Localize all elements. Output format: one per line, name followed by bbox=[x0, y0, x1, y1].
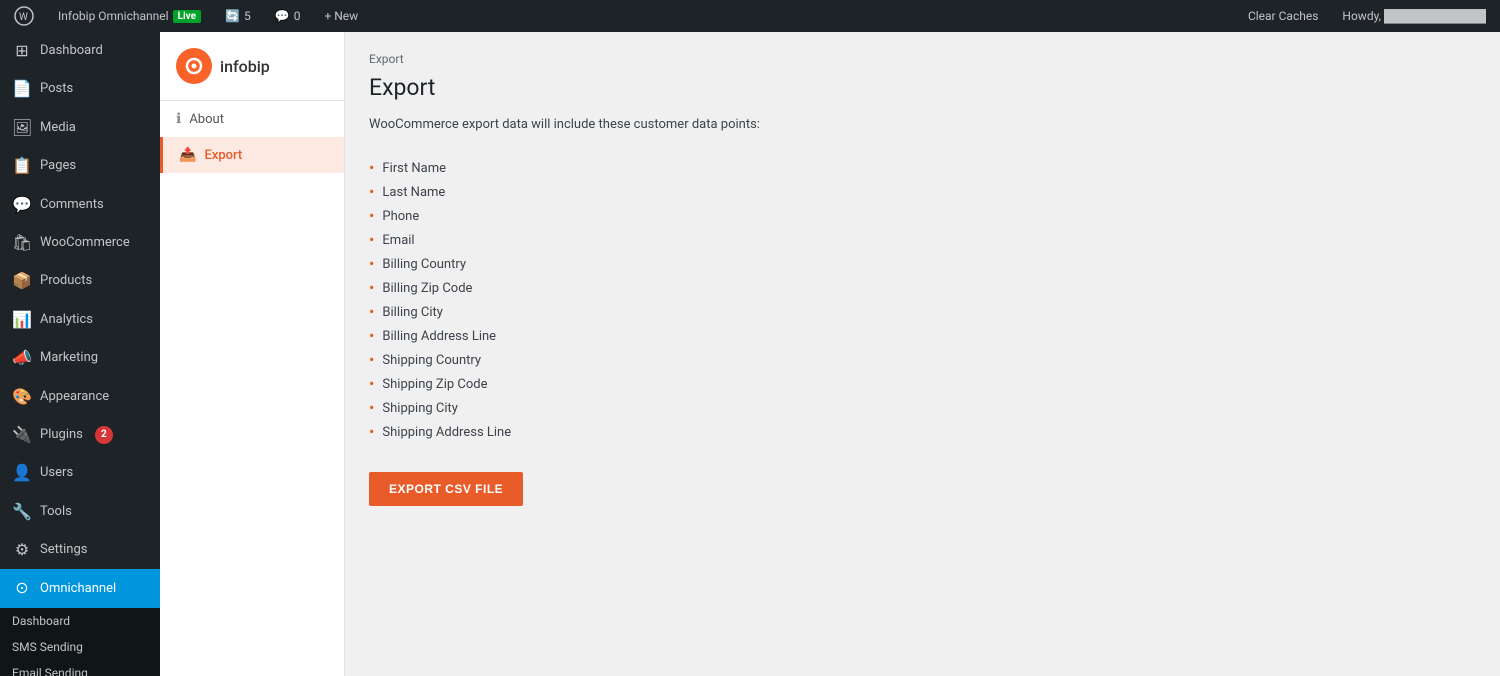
bullet-icon: • bbox=[369, 160, 374, 176]
bullet-icon: • bbox=[369, 232, 374, 248]
sidebar-item-comments[interactable]: 💬 Comments bbox=[0, 186, 160, 224]
bullet-icon: • bbox=[369, 328, 374, 344]
plugin-nav-export[interactable]: 📤 Export bbox=[160, 137, 344, 173]
page-title: Export bbox=[369, 74, 1476, 101]
analytics-icon: 📊 bbox=[12, 309, 32, 331]
media-icon: 🖼 bbox=[12, 117, 32, 139]
plugin-nav-about[interactable]: ℹ About bbox=[160, 101, 344, 137]
pages-icon: 📋 bbox=[12, 155, 32, 177]
omnichannel-sub-dashboard[interactable]: Dashboard bbox=[0, 608, 160, 634]
sidebar-item-dashboard[interactable]: ⊞ Dashboard bbox=[0, 32, 160, 70]
plugins-badge: 2 bbox=[95, 426, 113, 444]
list-item: •Last Name bbox=[369, 180, 1476, 204]
bullet-icon: • bbox=[369, 352, 374, 368]
tools-icon: 🔧 bbox=[12, 501, 32, 523]
sidebar-item-tools[interactable]: 🔧 Tools bbox=[0, 493, 160, 531]
data-points-list: •First Name•Last Name•Phone•Email•Billin… bbox=[369, 156, 1476, 444]
omnichannel-sub-email[interactable]: Email Sending bbox=[0, 660, 160, 676]
list-item: •Billing Zip Code bbox=[369, 276, 1476, 300]
sidebar-item-pages[interactable]: 📋 Pages bbox=[0, 147, 160, 185]
bullet-icon: • bbox=[369, 208, 374, 224]
sidebar-item-posts[interactable]: 📄 Posts bbox=[0, 70, 160, 108]
sidebar-item-omnichannel[interactable]: ⊙ Omnichannel bbox=[0, 569, 160, 607]
list-item: •First Name bbox=[369, 156, 1476, 180]
about-icon: ℹ bbox=[176, 111, 181, 127]
wp-logo-item[interactable]: W bbox=[8, 0, 40, 32]
plugins-icon: 🔌 bbox=[12, 424, 32, 446]
export-csv-button[interactable]: EXPORT CSV FILE bbox=[369, 472, 523, 506]
comments-icon: 💬 bbox=[12, 194, 32, 216]
sidebar-item-settings[interactable]: ⚙ Settings bbox=[0, 531, 160, 569]
sidebar-item-products[interactable]: 📦 Products bbox=[0, 262, 160, 300]
omnichannel-submenu: Dashboard SMS Sending Email Sending Data… bbox=[0, 608, 160, 676]
list-item: •Shipping Country bbox=[369, 348, 1476, 372]
sidebar-item-media[interactable]: 🖼 Media bbox=[0, 109, 160, 147]
plugin-logo: infobip bbox=[160, 32, 344, 101]
main-content: Export Export WooCommerce export data wi… bbox=[345, 32, 1500, 676]
posts-icon: 📄 bbox=[12, 78, 32, 100]
bullet-icon: • bbox=[369, 280, 374, 296]
bullet-icon: • bbox=[369, 184, 374, 200]
admin-bar: W Infobip Omnichannel Live 🔄 5 💬 0 + New… bbox=[0, 0, 1500, 32]
site-name-item[interactable]: Infobip Omnichannel Live bbox=[52, 0, 207, 32]
breadcrumb: Export bbox=[369, 52, 1476, 66]
plugin-logo-text: infobip bbox=[220, 57, 270, 76]
sidebar-item-analytics[interactable]: 📊 Analytics bbox=[0, 301, 160, 339]
list-item: •Billing Country bbox=[369, 252, 1476, 276]
svg-text:W: W bbox=[19, 12, 28, 23]
list-item: •Shipping Zip Code bbox=[369, 372, 1476, 396]
main-sidebar: ⊞ Dashboard 📄 Posts 🖼 Media 📋 Pages 💬 Co… bbox=[0, 32, 160, 676]
sidebar-item-appearance[interactable]: 🎨 Appearance bbox=[0, 378, 160, 416]
list-item: •Billing City bbox=[369, 300, 1476, 324]
bullet-icon: • bbox=[369, 304, 374, 320]
marketing-icon: 📣 bbox=[12, 347, 32, 369]
infobip-logo-icon bbox=[176, 48, 212, 84]
updates-item[interactable]: 🔄 5 bbox=[219, 0, 257, 32]
howdy-item[interactable]: Howdy, ████████████ bbox=[1336, 0, 1492, 32]
sidebar-item-plugins[interactable]: 🔌 Plugins 2 bbox=[0, 416, 160, 454]
dashboard-icon: ⊞ bbox=[12, 40, 32, 62]
appearance-icon: 🎨 bbox=[12, 386, 32, 408]
list-item: •Billing Address Line bbox=[369, 324, 1476, 348]
clear-caches-button[interactable]: Clear Caches bbox=[1242, 0, 1324, 32]
plugin-sidebar: infobip ℹ About 📤 Export bbox=[160, 32, 345, 676]
bullet-icon: • bbox=[369, 400, 374, 416]
new-item[interactable]: + New bbox=[318, 0, 364, 32]
list-item: •Phone bbox=[369, 204, 1476, 228]
page-description: WooCommerce export data will include the… bbox=[369, 117, 1476, 132]
bullet-icon: • bbox=[369, 256, 374, 272]
settings-icon: ⚙ bbox=[12, 539, 32, 561]
export-icon: 📤 bbox=[179, 147, 196, 163]
sidebar-item-users[interactable]: 👤 Users bbox=[0, 454, 160, 492]
omnichannel-sub-sms[interactable]: SMS Sending bbox=[0, 634, 160, 660]
list-item: •Shipping Address Line bbox=[369, 420, 1476, 444]
bullet-icon: • bbox=[369, 376, 374, 392]
list-item: •Shipping City bbox=[369, 396, 1476, 420]
omnichannel-icon: ⊙ bbox=[12, 577, 32, 599]
sidebar-item-woocommerce[interactable]: 🛍 WooCommerce bbox=[0, 224, 160, 262]
woocommerce-icon: 🛍 bbox=[12, 232, 32, 254]
bullet-icon: • bbox=[369, 424, 374, 440]
list-item: •Email bbox=[369, 228, 1476, 252]
users-icon: 👤 bbox=[12, 462, 32, 484]
sidebar-item-marketing[interactable]: 📣 Marketing bbox=[0, 339, 160, 377]
comments-item[interactable]: 💬 0 bbox=[269, 0, 307, 32]
products-icon: 📦 bbox=[12, 270, 32, 292]
